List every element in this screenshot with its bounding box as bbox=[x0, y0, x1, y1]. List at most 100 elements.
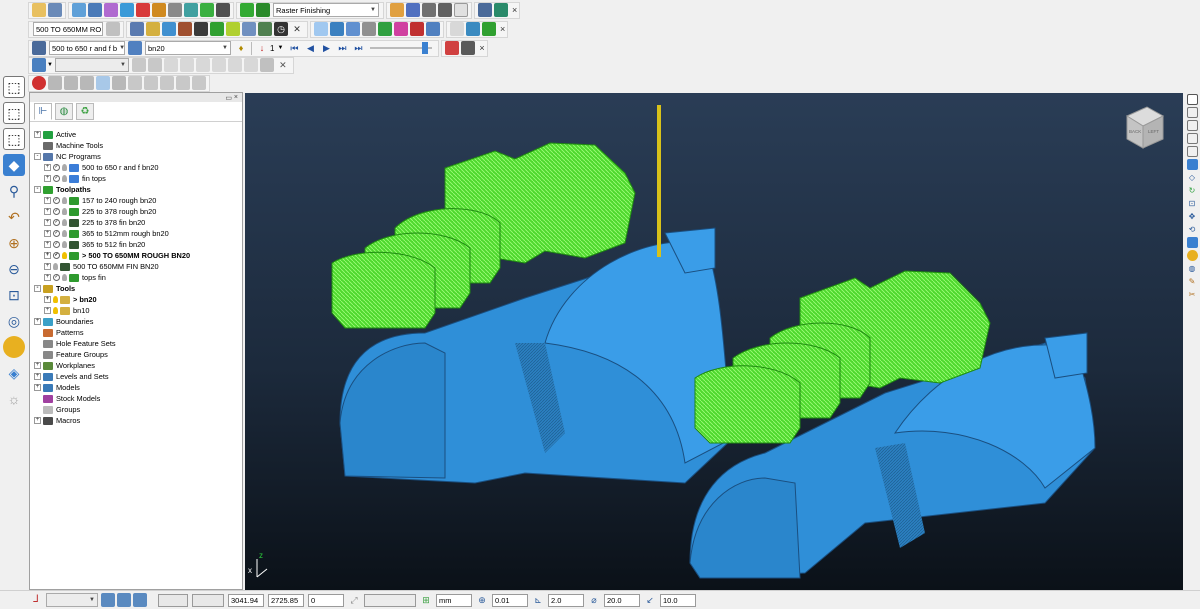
expander-icon[interactable]: + bbox=[44, 252, 51, 259]
strategy-dropdown[interactable]: Raster Finishing ▼ bbox=[273, 3, 379, 17]
thickness-field[interactable]: 2.0 bbox=[548, 593, 584, 607]
tree-item[interactable]: + ✓ 225 to 378 fin bn20 bbox=[32, 217, 242, 228]
lightbulb-icon[interactable] bbox=[62, 197, 67, 204]
web-tab[interactable]: ◍ bbox=[55, 103, 73, 120]
close-icon[interactable]: × bbox=[512, 5, 517, 15]
stock-material-icon[interactable] bbox=[64, 76, 78, 90]
zoom-in-icon[interactable]: ⊕ bbox=[3, 232, 25, 254]
recycle-tab[interactable]: ♻ bbox=[76, 103, 94, 120]
expander-icon[interactable]: - bbox=[34, 285, 41, 292]
gouge-check-icon[interactable] bbox=[210, 22, 224, 36]
chevron-down-icon[interactable]: ▼ bbox=[47, 62, 53, 68]
view-iso-icon[interactable] bbox=[1186, 159, 1198, 170]
lightbulb-icon[interactable] bbox=[62, 230, 67, 237]
view-bottom-icon[interactable] bbox=[1186, 120, 1198, 131]
check-icon[interactable] bbox=[200, 3, 214, 17]
expander-icon[interactable]: + bbox=[44, 208, 51, 215]
lightbulb-icon[interactable] bbox=[62, 219, 67, 226]
expander-icon[interactable]: - bbox=[34, 153, 41, 160]
expander-icon[interactable]: + bbox=[44, 241, 51, 248]
visibility-check-icon[interactable]: ✓ bbox=[53, 175, 60, 182]
block-icon[interactable] bbox=[72, 3, 86, 17]
expander-icon[interactable]: + bbox=[44, 197, 51, 204]
expander-icon[interactable]: + bbox=[44, 230, 51, 237]
tree-folder[interactable]: Feature Groups bbox=[32, 349, 242, 360]
lightbulb-icon[interactable] bbox=[62, 175, 67, 182]
stock-refresh-icon[interactable] bbox=[112, 76, 126, 90]
stock-shade-icon[interactable] bbox=[48, 76, 62, 90]
close-icon[interactable]: × bbox=[479, 43, 484, 53]
shading-icon[interactable] bbox=[131, 58, 146, 72]
step-back-icon[interactable]: ◀ bbox=[303, 41, 317, 55]
lightbulb-icon[interactable] bbox=[62, 241, 67, 248]
edit-toolpath-icon[interactable] bbox=[390, 3, 404, 17]
tolerance-field[interactable]: 0.01 bbox=[492, 593, 528, 607]
view-front-icon[interactable] bbox=[1186, 133, 1198, 144]
rotate-icon[interactable]: ⟲ bbox=[1187, 224, 1198, 235]
zoom-out-icon[interactable]: ⊖ bbox=[3, 258, 25, 280]
visibility-check-icon[interactable]: ✓ bbox=[53, 252, 60, 259]
tree-folder[interactable]: - Tools bbox=[32, 283, 242, 294]
lightbulb-icon[interactable]: ♦ bbox=[234, 41, 248, 55]
verify-icon[interactable] bbox=[258, 22, 272, 36]
diameter-field[interactable]: 20.0 bbox=[604, 593, 640, 607]
toolpath-shading-icon[interactable] bbox=[242, 22, 256, 36]
globe-icon[interactable]: ◎ bbox=[3, 310, 25, 332]
rapid-move-icon[interactable] bbox=[88, 3, 102, 17]
pan-icon[interactable]: ✥ bbox=[1187, 211, 1198, 222]
tree-item[interactable]: + ✓ 365 to 512 fin bn20 bbox=[32, 239, 242, 250]
save-icon[interactable] bbox=[48, 3, 62, 17]
slider-thumb[interactable] bbox=[422, 42, 429, 54]
front-view-icon[interactable]: ⬚ bbox=[3, 102, 25, 124]
coord-y-field[interactable]: 2725.85 bbox=[268, 593, 304, 607]
zoom-box-icon[interactable] bbox=[478, 3, 492, 17]
close-icon[interactable]: × bbox=[234, 94, 238, 101]
expander-icon[interactable]: + bbox=[44, 175, 51, 182]
strip-icon[interactable] bbox=[454, 3, 468, 17]
raster-icon[interactable] bbox=[314, 22, 328, 36]
go-end-icon[interactable]: ⏭ bbox=[351, 41, 365, 55]
report-icon[interactable] bbox=[216, 3, 230, 17]
chevron-down-icon[interactable]: ▼ bbox=[277, 45, 283, 51]
start-point-icon[interactable] bbox=[136, 3, 150, 17]
pin-icon[interactable]: ▭ bbox=[225, 94, 232, 102]
options-icon[interactable] bbox=[192, 76, 206, 90]
tool-icon[interactable]: ✎ bbox=[1187, 276, 1198, 287]
links-icon[interactable] bbox=[162, 22, 176, 36]
step-icon[interactable]: ↓ bbox=[255, 41, 269, 55]
tool-axis-icon[interactable] bbox=[168, 3, 182, 17]
fixture-icon[interactable] bbox=[144, 76, 158, 90]
grid-icon[interactable] bbox=[158, 593, 188, 607]
tree-folder[interactable]: Groups bbox=[32, 404, 242, 415]
end-point-icon[interactable] bbox=[152, 3, 166, 17]
workplane-status-icon[interactable]: ⅃ bbox=[29, 593, 43, 607]
undo-view-icon[interactable]: ↶ bbox=[3, 206, 25, 228]
workplane-icon[interactable] bbox=[466, 22, 480, 36]
visibility-check-icon[interactable]: ✓ bbox=[53, 197, 60, 204]
light-sphere-icon[interactable] bbox=[1186, 250, 1198, 261]
swarf-icon[interactable] bbox=[378, 22, 392, 36]
simulate-icon[interactable] bbox=[494, 3, 508, 17]
globe-icon[interactable]: ◍ bbox=[1187, 263, 1198, 274]
points-icon[interactable] bbox=[178, 22, 192, 36]
tree-folder[interactable]: Hole Feature Sets bbox=[32, 338, 242, 349]
tree-folder[interactable]: + Models bbox=[32, 382, 242, 393]
tree-folder[interactable]: + Workplanes bbox=[32, 360, 242, 371]
stepover-field[interactable]: 10.0 bbox=[660, 593, 696, 607]
viewmill-mode-dropdown[interactable]: ▼ bbox=[54, 58, 129, 72]
stock-icon[interactable] bbox=[410, 22, 424, 36]
stock-select-icon[interactable] bbox=[96, 76, 110, 90]
lightbulb-icon[interactable] bbox=[62, 274, 67, 281]
lightbulb-icon[interactable] bbox=[62, 164, 67, 171]
settings-icon[interactable] bbox=[461, 41, 476, 55]
curve-icon[interactable] bbox=[346, 22, 360, 36]
explorer-tab[interactable]: ⊩ bbox=[34, 103, 52, 120]
statistics-icon[interactable] bbox=[438, 3, 452, 17]
wireframe-icon[interactable]: ◈ bbox=[3, 362, 25, 384]
record-icon[interactable] bbox=[445, 41, 460, 55]
shaded-view-icon[interactable]: ◆ bbox=[3, 154, 25, 176]
toolpath-icon[interactable] bbox=[130, 22, 144, 36]
ncprogram-dropdown[interactable]: 500 to 650 r and f b ▼ bbox=[49, 41, 125, 55]
tree-item[interactable]: + ✓ > 500 TO 650MM ROUGH BN20 bbox=[32, 250, 242, 261]
tree-folder[interactable]: Stock Models bbox=[32, 393, 242, 404]
